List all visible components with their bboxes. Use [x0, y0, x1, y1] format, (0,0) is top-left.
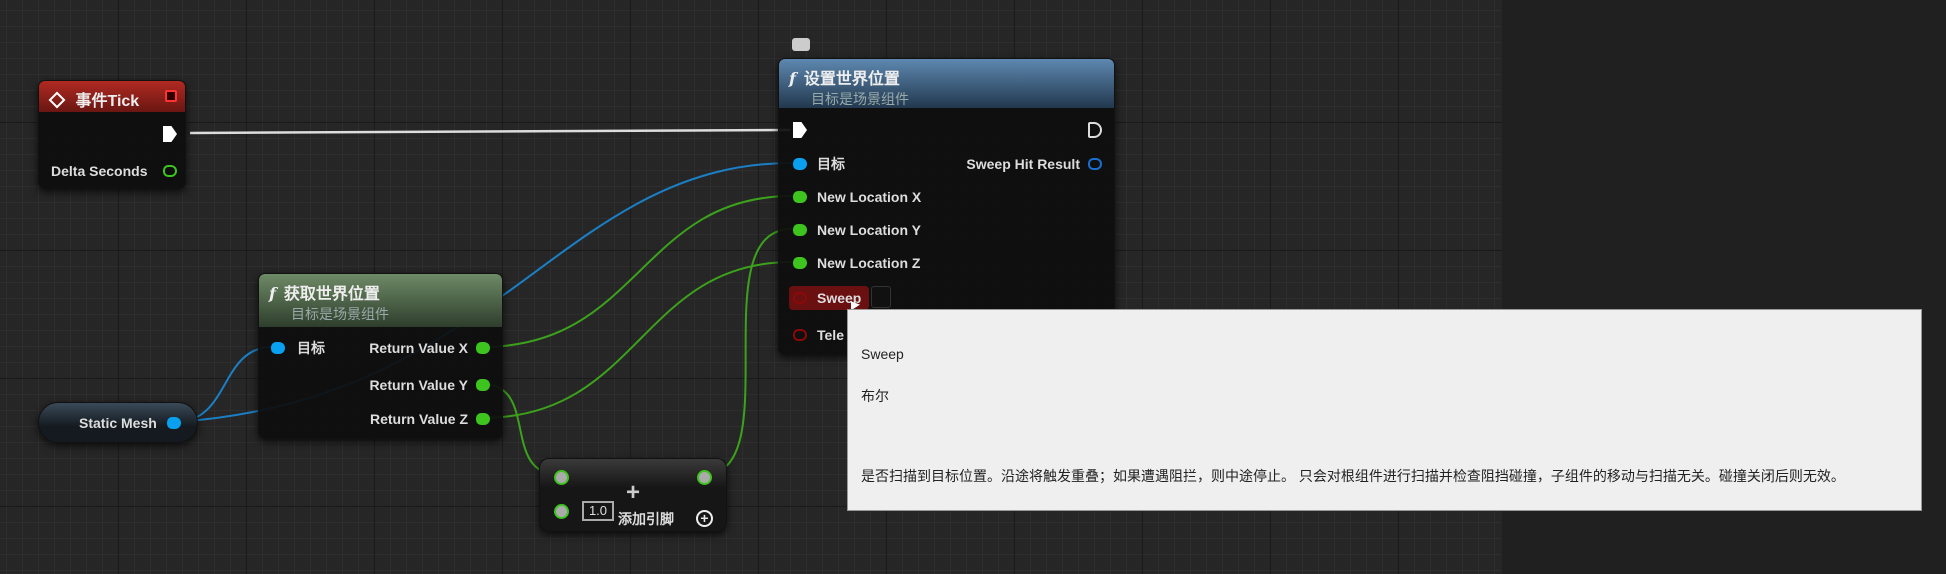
function-icon: f — [789, 69, 796, 88]
return-x-pin[interactable] — [476, 342, 490, 354]
target-pin[interactable] — [793, 158, 807, 170]
get-world-location-node[interactable]: f 获取世界位置 目标是场景组件 目标 Return Value X Return… — [258, 273, 503, 439]
sweep-checkbox[interactable] — [871, 286, 891, 308]
static-mesh-node[interactable]: Static Mesh — [38, 402, 198, 443]
static-mesh-pin[interactable] — [167, 417, 181, 429]
target-pin[interactable] — [271, 342, 285, 354]
add-float-node[interactable]: + 1.0 添加引脚 + — [539, 458, 727, 532]
new-location-y-pin[interactable] — [793, 224, 807, 236]
new-location-x-pin[interactable] — [793, 191, 807, 203]
sweep-hit-result-pin[interactable] — [1088, 158, 1102, 170]
function-icon: f — [269, 284, 276, 303]
tooltip: Sweep 布尔 是否扫描到目标位置。沿途将触发重叠；如果遭遇阻拦，则中途停止。… — [847, 309, 1922, 511]
event-tick-node[interactable]: 事件Tick Delta Seconds — [38, 80, 186, 189]
exec-wire — [189, 128, 791, 135]
breakpoint-icon[interactable] — [165, 90, 177, 102]
add-operator-icon: + — [626, 479, 641, 506]
exec-out-pin[interactable] — [163, 126, 177, 142]
input-b-pin[interactable] — [554, 504, 569, 519]
teleport-pin[interactable] — [793, 329, 807, 341]
return-z-pin[interactable] — [476, 413, 490, 425]
event-diamond-icon — [48, 91, 66, 109]
delta-seconds-pin[interactable] — [163, 165, 177, 177]
comment-bubble-icon[interactable] — [792, 38, 810, 51]
add-pin-plus-icon[interactable]: + — [696, 510, 713, 527]
output-pin[interactable] — [697, 470, 712, 485]
sweep-pin[interactable] — [793, 292, 807, 304]
value-field[interactable]: 1.0 — [582, 501, 614, 521]
input-a-pin[interactable] — [554, 470, 569, 485]
exec-out-pin[interactable] — [1088, 122, 1102, 138]
return-y-pin[interactable] — [476, 379, 490, 391]
add-pin-button[interactable]: 添加引脚 — [618, 511, 674, 527]
new-location-z-pin[interactable] — [793, 257, 807, 269]
exec-in-pin[interactable] — [793, 122, 807, 138]
